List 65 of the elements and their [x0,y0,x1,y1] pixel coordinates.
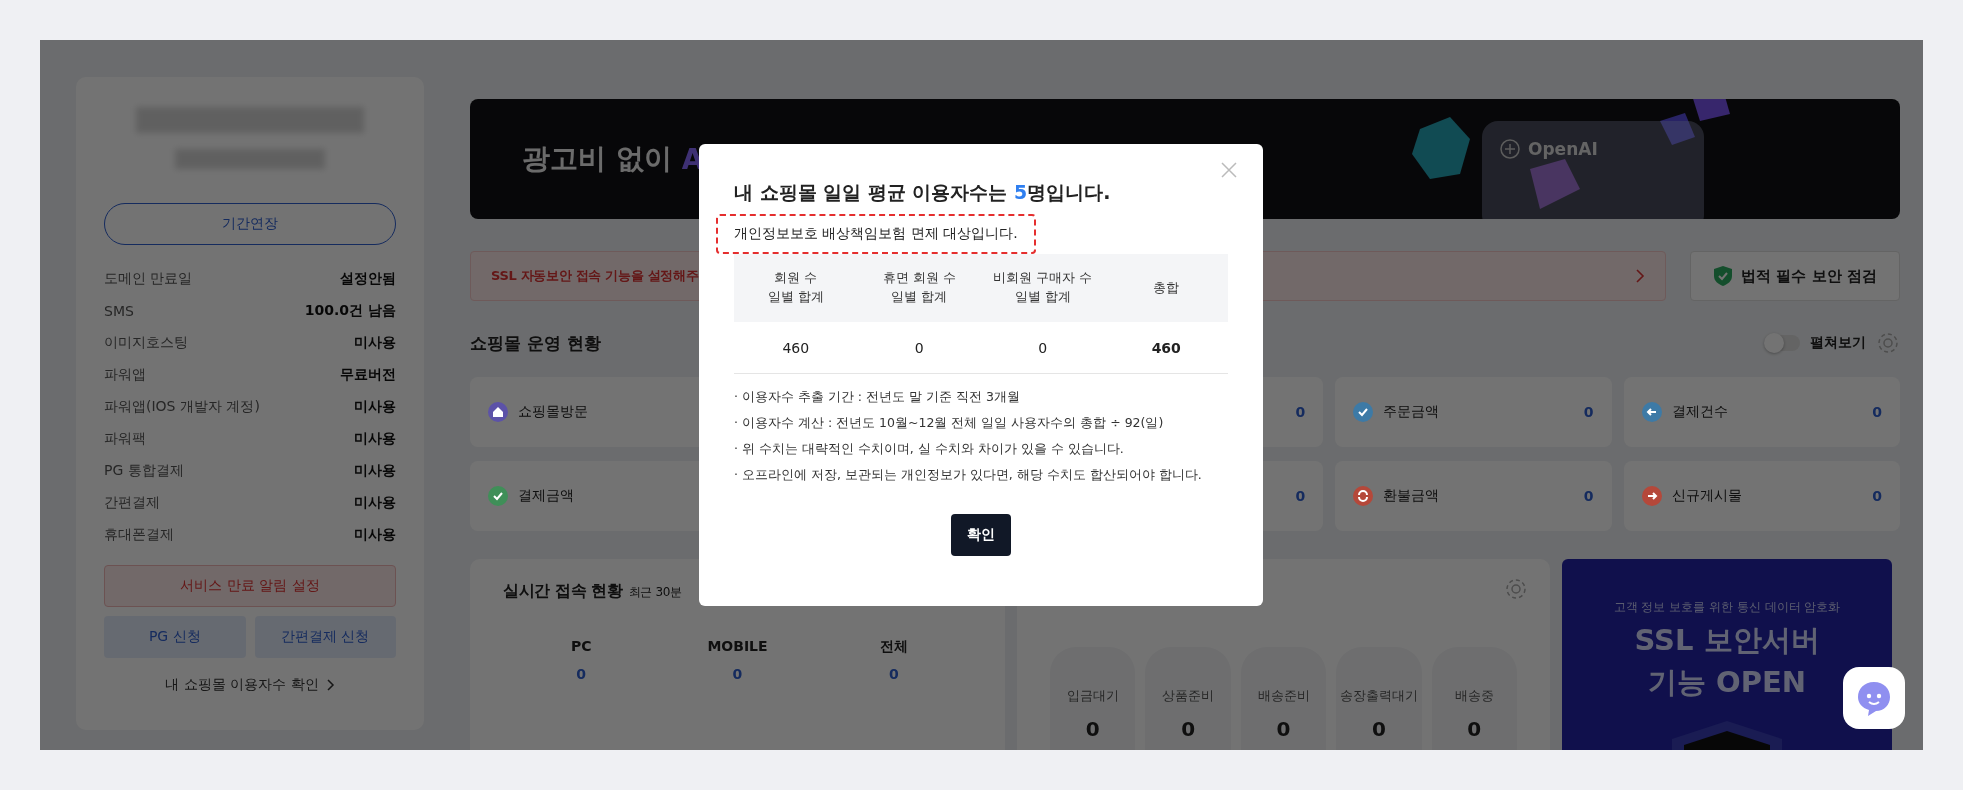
table-cell: 0 [857,322,981,374]
promo-title: SSL 보안서버 [1634,622,1820,659]
info-label: 파워앱(IOS 개발자 계정) [104,398,260,416]
info-label: SMS [104,303,134,319]
table-header: 휴면 회원 수 일별 합계 [857,254,981,322]
stage-count: 0 [1276,717,1291,741]
openai-label: OpenAI [1528,139,1598,159]
stat-value: 0 [887,666,900,682]
stage-count: 0 [1181,717,1196,741]
info-value: 미사용 [354,430,396,448]
ssl-notice-text: SSL 자동보안 접속 기능을 설정해주 [491,267,699,285]
stage-count: 0 [1371,717,1386,741]
dialog-title: 내 쇼핑몰 일일 평균 이용자수는 5명입니다. [734,180,1112,205]
stage-label: 송장출력대기 [1339,687,1418,705]
stage-label: 상품준비 [1162,687,1215,705]
info-value: 미사용 [354,334,396,352]
info-value: 설정안됨 [340,270,396,288]
info-label: 파워앱 [104,366,146,384]
promo-title: 기능 OPEN [1647,664,1807,701]
stat-label: MOBILE [706,638,769,656]
info-value: 미사용 [354,526,396,544]
stat-label: 주문금액 [1383,403,1441,421]
table-cell: 460 [1104,322,1228,374]
promo-caption: 고객 정보 보호를 위한 통신 데이터 암호화 [1613,599,1841,616]
stage-label: 배송중 [1454,687,1494,705]
stat-value: 0 [575,666,588,682]
toggle-label: 펼쳐보기 [1810,334,1866,352]
info-value: 미사용 [354,494,396,512]
stat-value: 0 [1295,488,1306,504]
table-header: 비회원 구매자 수 일별 합계 [981,254,1105,322]
banner-headline: 광고비 없이 [522,141,672,177]
info-label: 이미지호스팅 [104,334,188,352]
panel-title: 실시간 접속 현황 [503,581,623,600]
info-label: PG 통합결제 [104,462,184,480]
stage-label: 입금대기 [1066,687,1119,705]
stat-value: 0 [1295,404,1306,420]
stage-label: 배송준비 [1257,687,1310,705]
info-label: 도메인 만료일 [104,270,193,288]
stat-label: 환불금액 [1383,487,1441,505]
table-header: 회원 수 일별 합계 [734,254,858,322]
table-header: 총합 [1104,254,1228,322]
section-title: 쇼핑몰 운영 현황 [470,331,601,355]
info-label: 파워팩 [104,430,146,448]
info-value: 미사용 [354,398,396,416]
stat-value: 0 [1583,488,1594,504]
info-value: 무료버전 [340,366,396,384]
info-value: 미사용 [354,462,396,480]
table-cell: 0 [981,322,1105,374]
stat-label: 쇼핑몰방문 [518,403,589,421]
stat-value: 0 [1872,488,1882,504]
panel-subtitle: 최근 30분 [628,585,682,599]
stat-label: 전체 [878,638,909,656]
info-value: 100.0건 남음 [304,302,396,320]
table-cell: 460 [734,322,858,374]
stat-label: PC [569,638,593,656]
stat-label: 신규게시물 [1671,487,1743,505]
info-label: 간편결제 [104,494,160,512]
stat-value: 0 [1583,404,1594,420]
stat-label: 결제금액 [518,487,575,505]
stat-value: 0 [1872,404,1882,420]
stage-count: 0 [1085,717,1100,741]
stat-value: 0 [731,666,744,682]
stat-label: 결제건수 [1671,403,1729,421]
stage-count: 0 [1467,717,1482,741]
info-label: 휴대폰결제 [104,526,174,544]
